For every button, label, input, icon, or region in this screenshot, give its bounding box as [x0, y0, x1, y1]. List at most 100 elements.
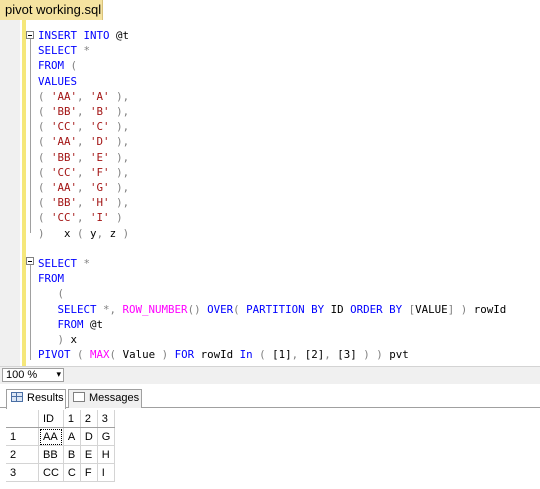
grid-cell[interactable]: B: [63, 445, 81, 464]
code-line: FROM: [38, 271, 506, 286]
code-token: ,: [77, 211, 91, 225]
code-token: 'B': [90, 105, 110, 119]
column-header[interactable]: ID: [38, 410, 64, 428]
zoom-dropdown[interactable]: 100 % ▾: [2, 368, 64, 382]
column-header[interactable]: 2: [80, 410, 98, 428]
code-token: 'E': [90, 150, 110, 164]
code-token: (: [57, 287, 65, 301]
chevron-down-icon: ▾: [56, 369, 61, 379]
code-token: 'C': [90, 120, 110, 134]
code-line: ( 'BB', 'E' ),: [38, 150, 506, 165]
code-line: SELECT *: [38, 256, 506, 271]
tab-results[interactable]: Results: [6, 389, 66, 409]
code-token: INSERT INTO: [38, 29, 117, 42]
code-token: x: [70, 333, 78, 347]
row-number[interactable]: 1: [6, 427, 39, 446]
grid-cell[interactable]: H: [97, 445, 116, 464]
code-token: (: [38, 120, 52, 134]
grid-cell[interactable]: CC: [38, 463, 64, 482]
code-token: Value: [122, 348, 162, 362]
collapse-icon[interactable]: [26, 31, 34, 39]
code-token: @t: [90, 317, 104, 331]
code-token: (: [109, 348, 123, 362]
code-token: VALUE: [415, 302, 448, 316]
code-token: (: [38, 135, 52, 149]
code-token: 'D': [90, 135, 110, 149]
code-token: (: [38, 165, 52, 179]
code-token: ,: [77, 181, 91, 195]
query-editor[interactable]: INSERT INTO @t SELECT * FROM (VALUES( 'AA'…: [0, 20, 540, 366]
code-token: ),: [109, 165, 130, 179]
code-line: ) x: [38, 332, 506, 347]
table-row[interactable]: 3 CC C F I: [6, 463, 116, 482]
code-token: ),: [109, 105, 130, 119]
code-token: 'BB': [51, 196, 78, 210]
code-token: [3]: [337, 348, 364, 362]
change-indicator-bar: [22, 20, 26, 366]
code-line: ( 'AA', 'D' ),: [38, 134, 506, 149]
code-token: FROM: [38, 59, 71, 73]
grid-cell[interactable]: BB: [38, 445, 64, 464]
code-line: FROM @t: [38, 317, 506, 332]
code-token: (: [233, 302, 247, 316]
code-token: ),: [109, 135, 130, 149]
code-line: ( 'CC', 'F' ),: [38, 165, 506, 180]
grid-cell[interactable]: G: [97, 427, 116, 446]
code-line: SELECT *, ROW_NUMBER() OVER( PARTITION B…: [38, 302, 507, 317]
code-line: ( 'BB', 'H' ),: [38, 195, 506, 210]
code-token: ): [38, 226, 65, 240]
outline-guide-1: [30, 38, 31, 233]
grid-cell[interactable]: E: [80, 445, 98, 464]
column-header[interactable]: 3: [97, 410, 116, 428]
code-line: PIVOT ( MAX( Value ) FOR rowId In ( [1],…: [38, 347, 506, 362]
code-token: In: [239, 348, 260, 362]
grid-cell[interactable]: AA: [38, 427, 64, 446]
grid-cell[interactable]: F: [80, 463, 98, 482]
code-line: ( 'AA', 'G' ),: [38, 180, 506, 195]
grid-cell[interactable]: A: [63, 427, 81, 446]
grid-cell[interactable]: I: [97, 463, 116, 482]
code-token: (: [77, 348, 91, 362]
code-token: ,: [77, 165, 91, 179]
tab-messages[interactable]: Messages: [68, 389, 142, 408]
table-row[interactable]: 2 BB B E H: [6, 445, 116, 464]
code-token: 'F': [90, 165, 110, 179]
document-tab[interactable]: pivot working.sql...f: [0, 0, 103, 20]
grid-cell[interactable]: C: [63, 463, 81, 482]
results-grid[interactable]: ID 1 2 3 1 AA A D G 2 BB B E H 3 CC C F I: [6, 410, 116, 482]
code-token: ,: [77, 196, 91, 210]
code-line: (: [38, 286, 506, 301]
grid-cell[interactable]: D: [80, 427, 98, 446]
code-token: ,: [96, 226, 110, 240]
column-header[interactable]: 1: [63, 410, 81, 428]
code-token: ,: [77, 120, 91, 134]
tab-messages-label: Messages: [89, 392, 140, 404]
grid-header-row: ID 1 2 3: [6, 410, 116, 428]
code-token: SELECT: [38, 257, 84, 271]
code-line: ( 'CC', 'C' ),: [38, 119, 506, 134]
results-tabstrip: Results Messages: [0, 386, 540, 409]
code-token: ): [57, 333, 71, 347]
code-token: SELECT: [38, 44, 84, 58]
code-token: ): [122, 226, 130, 240]
document-tabstrip: pivot working.sql...f: [0, 0, 540, 20]
row-number[interactable]: 3: [6, 463, 39, 482]
code-line: ) x ( y, z ): [38, 226, 506, 241]
table-row[interactable]: 1 AA A D G: [6, 427, 116, 446]
code-token: 'AA': [51, 181, 78, 195]
collapse-icon[interactable]: [26, 257, 34, 265]
sql-code[interactable]: INSERT INTO @t SELECT * FROM (VALUES( 'AA'…: [38, 28, 506, 362]
row-number[interactable]: 2: [6, 445, 39, 464]
code-token: pvt: [389, 348, 409, 362]
column-header[interactable]: [6, 410, 39, 428]
code-token: (: [77, 226, 91, 240]
code-token: (: [38, 89, 52, 103]
code-token: ): [161, 348, 175, 362]
outline-guide-2: [30, 265, 31, 360]
code-token: FOR: [174, 348, 201, 362]
code-token: ,: [77, 89, 91, 103]
